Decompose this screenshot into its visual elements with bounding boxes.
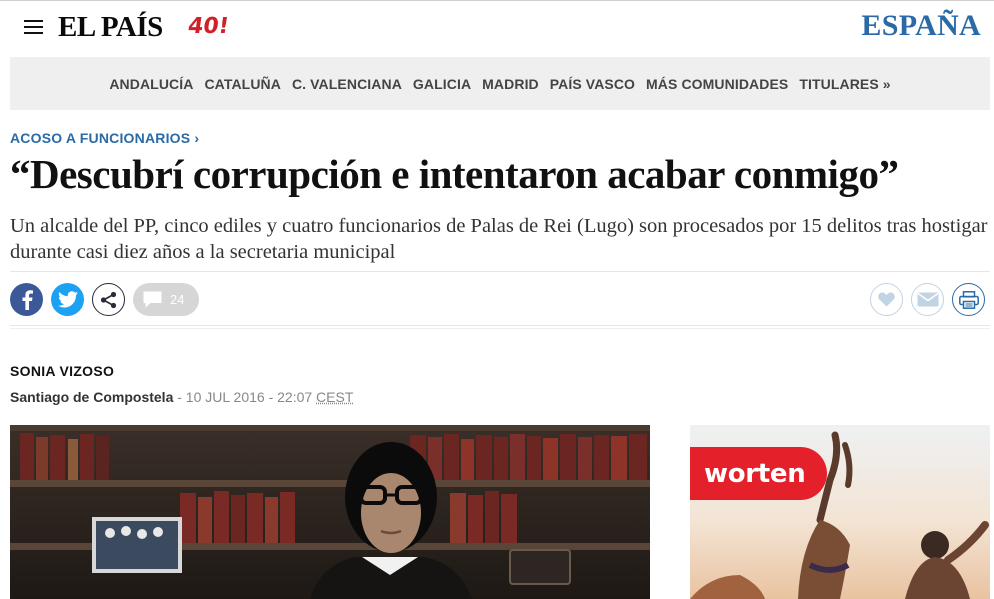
menu-icon[interactable]: [24, 20, 43, 35]
dateline-timezone: CEST: [316, 389, 354, 405]
nav-pais-vasco[interactable]: PAÍS VASCO: [550, 76, 635, 92]
article-subheadline: Un alcalde del PP, cinco ediles y cuatro…: [10, 215, 988, 263]
dateline-place: Santiago de Compostela: [10, 389, 174, 405]
divider: [10, 271, 990, 272]
print-icon: [958, 290, 979, 309]
twitter-icon: [57, 291, 78, 308]
nav-galicia[interactable]: GALICIA: [413, 76, 471, 92]
comments-count: 24: [170, 292, 185, 307]
comment-icon: [143, 291, 162, 308]
heart-icon: [878, 292, 895, 307]
nav-andalucia[interactable]: ANDALUCÍA: [109, 76, 193, 92]
twitter-share-button[interactable]: [51, 283, 84, 316]
article-headline: “Descubrí corrupción e intentaron acabar…: [10, 151, 899, 197]
favorite-button[interactable]: [870, 283, 903, 316]
email-button[interactable]: [911, 283, 944, 316]
anniversary-badge: 40!: [186, 14, 231, 39]
nav-mas-comunidades[interactable]: MÁS COMUNIDADES: [646, 76, 788, 92]
nav-madrid[interactable]: MADRID: [482, 76, 539, 92]
regions-nav: ANDALUCÍA CATALUÑA C. VALENCIANA GALICIA…: [10, 57, 990, 110]
facebook-icon: [22, 289, 33, 310]
ad-brand-text: worten: [704, 458, 806, 489]
edition-label[interactable]: ESPAÑA: [861, 9, 981, 43]
nav-c-valenciana[interactable]: C. VALENCIANA: [292, 76, 402, 92]
article-photo[interactable]: [10, 425, 650, 599]
comments-button[interactable]: 24: [133, 283, 199, 316]
dateline-date: - 10 JUL 2016 - 22:07: [177, 389, 313, 405]
dateline: Santiago de Compostela - 10 JUL 2016 - 2…: [10, 389, 353, 405]
print-button[interactable]: [952, 283, 985, 316]
advertisement[interactable]: worten: [690, 425, 990, 599]
share-icon: [100, 291, 116, 308]
mail-icon: [917, 292, 938, 307]
divider: [10, 325, 990, 326]
article-kicker[interactable]: ACOSO A FUNCIONARIOS ›: [10, 130, 199, 146]
nav-titulares[interactable]: TITULARES »: [799, 76, 890, 92]
site-header: EL PAÍS 40! ESPAÑA: [0, 1, 994, 57]
facebook-share-button[interactable]: [10, 283, 43, 316]
nav-cataluna[interactable]: CATALUÑA: [204, 76, 281, 92]
site-logo[interactable]: EL PAÍS: [58, 11, 163, 44]
photo-illustration: [10, 425, 650, 599]
article-tools: [870, 283, 990, 316]
author-name[interactable]: SONIA VIZOSO: [10, 363, 114, 379]
divider: [10, 328, 990, 329]
ad-brand-logo: worten: [690, 447, 827, 500]
share-button[interactable]: [92, 283, 125, 316]
